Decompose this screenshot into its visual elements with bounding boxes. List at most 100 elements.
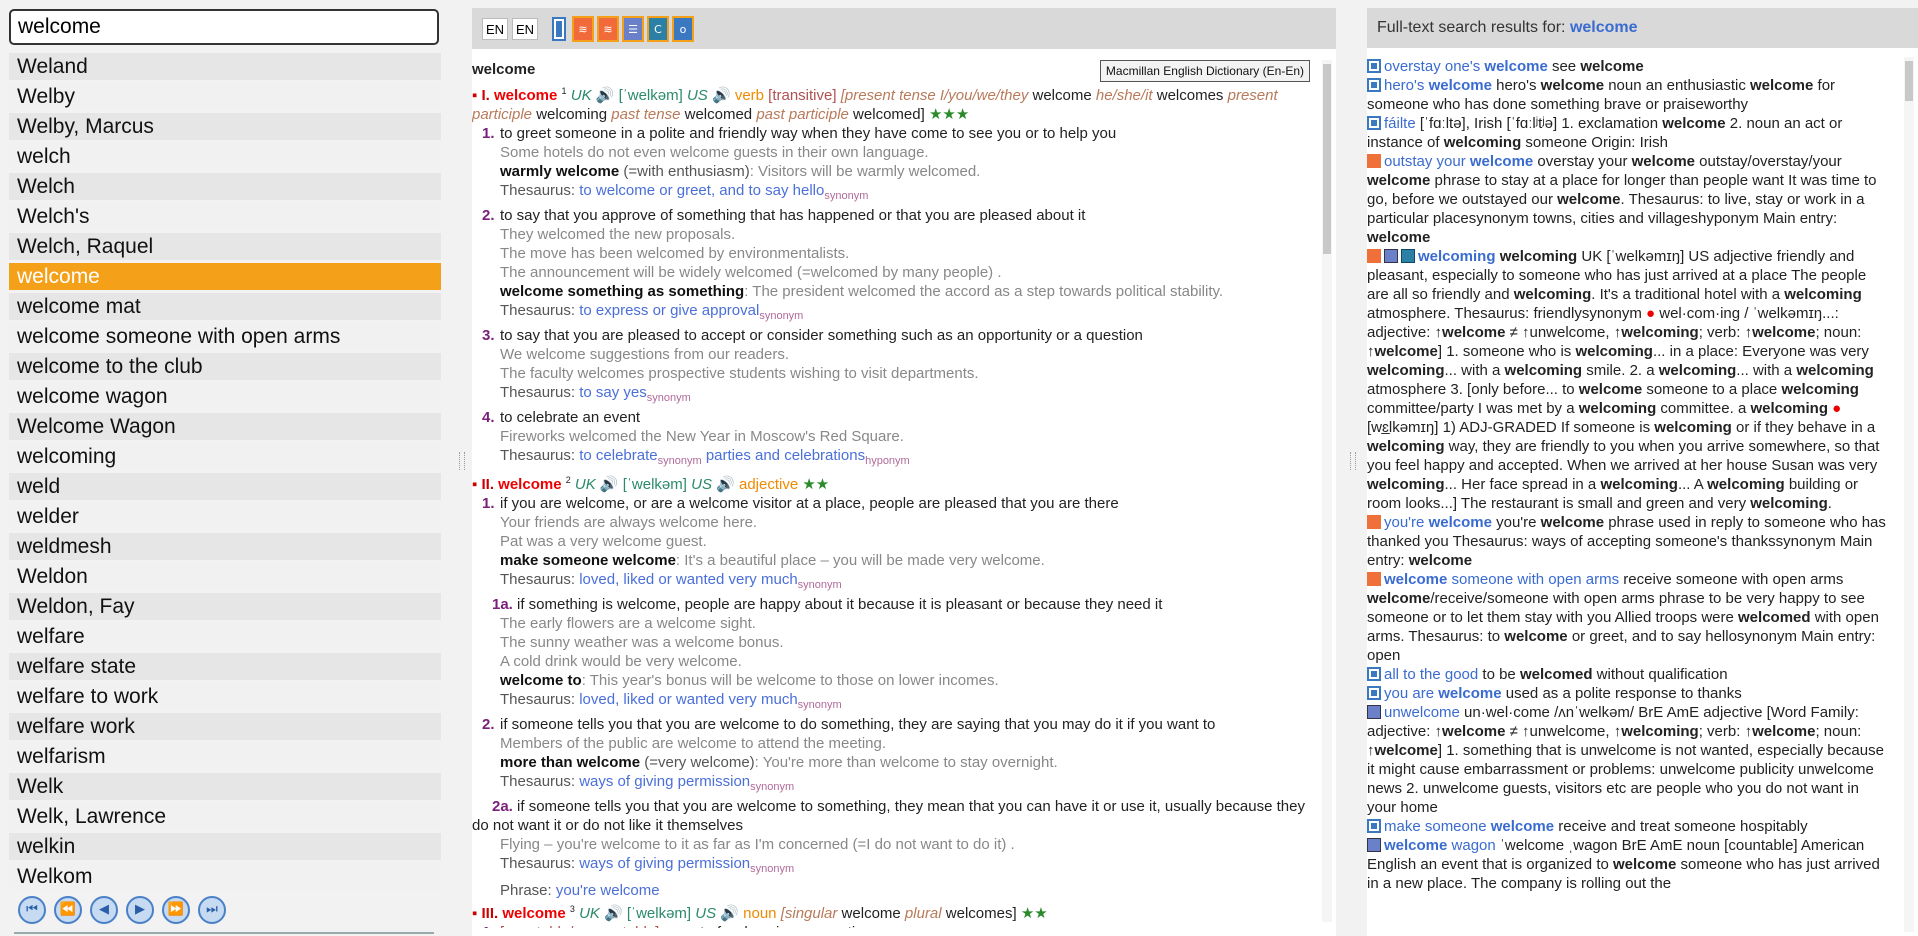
example: Pat was a very welcome guest. bbox=[500, 533, 707, 550]
example: Flying – you're welcome to it as far as … bbox=[500, 836, 1015, 853]
dictionary-icon bbox=[1367, 838, 1381, 852]
sense-2: 2. if someone tells you that you are wel… bbox=[482, 716, 1216, 733]
word-list-item[interactable]: Welk bbox=[9, 773, 441, 800]
word-list-item[interactable]: Welkom bbox=[9, 863, 441, 890]
dictionary-icon bbox=[1367, 116, 1381, 130]
article-panel: EN EN ≋ ≋ ☰ C o Macmillan English Dictio… bbox=[472, 8, 1336, 936]
phrase-line: Phrase: you're welcome bbox=[500, 882, 660, 899]
scroll-thumb[interactable] bbox=[1905, 61, 1913, 101]
result-item[interactable]: welcoming welcoming UK [ˈwelkəmɪŋ] US ad… bbox=[1367, 247, 1891, 513]
word-list-item[interactable]: welch bbox=[9, 143, 441, 170]
sense-4: 4. to celebrate an event bbox=[482, 409, 641, 426]
result-item[interactable]: welcome wagon ˈwelcome ˌwagon BrE AmE no… bbox=[1367, 836, 1891, 893]
article-headword: welcome bbox=[472, 61, 536, 78]
example: Members of the public are welcome to att… bbox=[500, 735, 887, 752]
dictionary-icon bbox=[1384, 249, 1398, 263]
results-list: overstay one's welcome see welcome hero'… bbox=[1367, 57, 1891, 936]
last-icon[interactable]: ⏭ bbox=[198, 896, 226, 924]
thesaurus-line: Thesaurus: loved, liked or wanted very m… bbox=[500, 691, 842, 711]
word-list-item[interactable]: Welby bbox=[9, 83, 441, 110]
sense-2a: 2a. if someone tells you that you are we… bbox=[472, 798, 1305, 834]
example: The faculty welcomes prospective student… bbox=[500, 365, 979, 382]
article-scrollbar[interactable] bbox=[1322, 60, 1332, 922]
dictionary-icon-2[interactable]: ≋ bbox=[572, 16, 594, 42]
result-item[interactable]: fáilte [ˈfɑːltə], Irish [ˈfɑːlʲtʲə] 1. e… bbox=[1367, 114, 1891, 152]
word-list-item[interactable]: welcome bbox=[9, 263, 441, 290]
result-item[interactable]: outstay your welcome overstay your welco… bbox=[1367, 152, 1891, 247]
word-list-item[interactable]: weld bbox=[9, 473, 441, 500]
thesaurus-line: Thesaurus: ways of giving permissionsyno… bbox=[500, 773, 795, 793]
result-item[interactable]: unwelcome un·wel·come /ʌnˈwelkəm/ BrE Am… bbox=[1367, 703, 1891, 817]
dictionary-icon bbox=[1367, 572, 1381, 586]
bottom-divider bbox=[14, 932, 434, 934]
word-list-item[interactable]: Welcome Wagon bbox=[9, 413, 441, 440]
result-item[interactable]: all to the good to be welcomed without q… bbox=[1367, 665, 1891, 684]
dictionary-icon bbox=[1367, 705, 1381, 719]
navigation-bar: ⏮ ⏪ ◀ ▶ ⏩ ⏭ bbox=[18, 896, 234, 928]
dictionary-icon bbox=[1367, 78, 1381, 92]
word-list-item[interactable]: welfare state bbox=[9, 653, 441, 680]
word-list-item[interactable]: Weldon bbox=[9, 563, 441, 590]
word-list-item[interactable]: weldmesh bbox=[9, 533, 441, 560]
results-scrollbar[interactable] bbox=[1904, 57, 1914, 932]
thesaurus-line: Thesaurus: ways of giving permissionsyno… bbox=[500, 855, 795, 875]
left-splitter[interactable] bbox=[459, 452, 465, 470]
result-item[interactable]: welcome someone with open arms receive s… bbox=[1367, 570, 1891, 665]
scroll-thumb[interactable] bbox=[1323, 64, 1331, 254]
lang-from-button[interactable]: EN bbox=[482, 18, 508, 40]
dictionary-icon-5[interactable]: C bbox=[647, 16, 669, 42]
example: The announcement will be widely welcomed… bbox=[500, 264, 1002, 281]
word-list-item[interactable]: Weldon, Fay bbox=[9, 593, 441, 620]
thesaurus-line: Thesaurus: loved, liked or wanted very m… bbox=[500, 571, 842, 591]
example: welcome something as something: The pres… bbox=[500, 283, 1224, 300]
result-item[interactable]: hero's welcome hero's welcome noun an en… bbox=[1367, 76, 1891, 114]
word-list-item[interactable]: Welch bbox=[9, 173, 441, 200]
word-list-item[interactable]: welfarism bbox=[9, 743, 441, 770]
right-splitter[interactable] bbox=[1350, 452, 1356, 470]
word-list-item[interactable]: welkin bbox=[9, 833, 441, 860]
next-page-icon[interactable]: ⏩ bbox=[162, 896, 190, 924]
result-item[interactable]: make someone welcome receive and treat s… bbox=[1367, 817, 1891, 836]
prev-page-icon[interactable]: ⏪ bbox=[54, 896, 82, 924]
dictionary-icon bbox=[1367, 686, 1381, 700]
dictionary-icon-4[interactable]: ☰ bbox=[622, 16, 644, 42]
sense-1: 1. to greet someone in a polite and frie… bbox=[482, 125, 1117, 142]
first-icon[interactable]: ⏮ bbox=[18, 896, 46, 924]
dictionary-icon bbox=[1367, 59, 1381, 73]
word-list-item[interactable]: Welch's bbox=[9, 203, 441, 230]
entry-3-header: ▪ III. welcome 3 UK 🔊 [ˈwelkəm] US 🔊 nou… bbox=[472, 904, 1048, 922]
word-list-item[interactable]: Welch, Raquel bbox=[9, 233, 441, 260]
example: Some hotels do not even welcome guests i… bbox=[500, 144, 929, 161]
word-list-item[interactable]: welfare to work bbox=[9, 683, 441, 710]
result-item[interactable]: you're welcome you're welcome phrase use… bbox=[1367, 513, 1891, 570]
word-list-item[interactable]: welcoming bbox=[9, 443, 441, 470]
dictionary-icon bbox=[1401, 249, 1415, 263]
word-list-item[interactable]: welfare work bbox=[9, 713, 441, 740]
result-item[interactable]: you are welcome used as a polite respons… bbox=[1367, 684, 1891, 703]
dictionary-icon-3[interactable]: ≋ bbox=[597, 16, 619, 42]
example: Fireworks welcomed the New Year in Mosco… bbox=[500, 428, 904, 445]
word-list-item[interactable]: Weland bbox=[9, 53, 441, 80]
word-list-item[interactable]: welder bbox=[9, 503, 441, 530]
word-list-item[interactable]: welcome wagon bbox=[9, 383, 441, 410]
next-icon[interactable]: ▶ bbox=[126, 896, 154, 924]
word-list-item[interactable]: welcome someone with open arms bbox=[9, 323, 441, 350]
lang-to-button[interactable]: EN bbox=[512, 18, 538, 40]
word-list-item[interactable]: welcome mat bbox=[9, 293, 441, 320]
dictionary-icon bbox=[1367, 154, 1381, 168]
word-list-item[interactable]: Welby, Marcus bbox=[9, 113, 441, 140]
prev-icon[interactable]: ◀ bbox=[90, 896, 118, 924]
fulltext-results-panel: Full-text search results for: welcome ov… bbox=[1367, 8, 1918, 936]
search-input[interactable] bbox=[9, 9, 439, 45]
example: A cold drink would be very welcome. bbox=[500, 653, 742, 670]
dictionary-icon-1[interactable] bbox=[552, 17, 566, 41]
sense-1: 1. [countable/uncountable] an act of wel… bbox=[472, 923, 1316, 928]
dictionary-icon-6[interactable]: o bbox=[672, 16, 694, 42]
results-header-label: Full-text search results for: bbox=[1377, 19, 1566, 36]
word-list-item[interactable]: welcome to the club bbox=[9, 353, 441, 380]
example: warmly welcome (=with enthusiasm): Visit… bbox=[500, 163, 981, 180]
result-item[interactable]: overstay one's welcome see welcome bbox=[1367, 57, 1891, 76]
example: We welcome suggestions from our readers. bbox=[500, 346, 790, 363]
word-list-item[interactable]: welfare bbox=[9, 623, 441, 650]
word-list-item[interactable]: Welk, Lawrence bbox=[9, 803, 441, 830]
